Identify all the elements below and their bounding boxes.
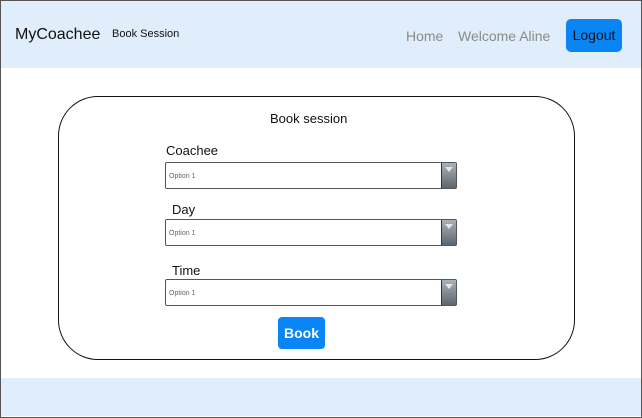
nav-link-book-session[interactable]: Book Session bbox=[112, 28, 179, 40]
dropdown-arrow-icon[interactable] bbox=[441, 280, 456, 305]
time-label: Time bbox=[172, 263, 201, 278]
coachee-label: Coachee bbox=[166, 143, 219, 158]
day-label: Day bbox=[172, 202, 196, 217]
day-select-value: Option 1 bbox=[169, 230, 196, 237]
form-title: Book session bbox=[270, 111, 348, 126]
coachee-select-value: Option 1 bbox=[169, 173, 196, 180]
time-select-value: Option 1 bbox=[169, 290, 196, 297]
book-button[interactable]: Book bbox=[278, 317, 325, 349]
welcome-text: Welcome Aline bbox=[458, 28, 551, 44]
footer-bar bbox=[1, 378, 641, 416]
brand-logo-text[interactable]: MyCoachee bbox=[15, 26, 100, 44]
nav-link-home[interactable]: Home bbox=[406, 28, 443, 44]
dropdown-arrow-icon[interactable] bbox=[441, 163, 456, 188]
logout-button[interactable]: Logout bbox=[566, 19, 622, 52]
coachee-select[interactable]: Option 1 bbox=[165, 162, 457, 189]
dropdown-arrow-icon[interactable] bbox=[441, 220, 456, 245]
time-select[interactable]: Option 1 bbox=[165, 279, 457, 306]
day-select[interactable]: Option 1 bbox=[165, 219, 457, 246]
